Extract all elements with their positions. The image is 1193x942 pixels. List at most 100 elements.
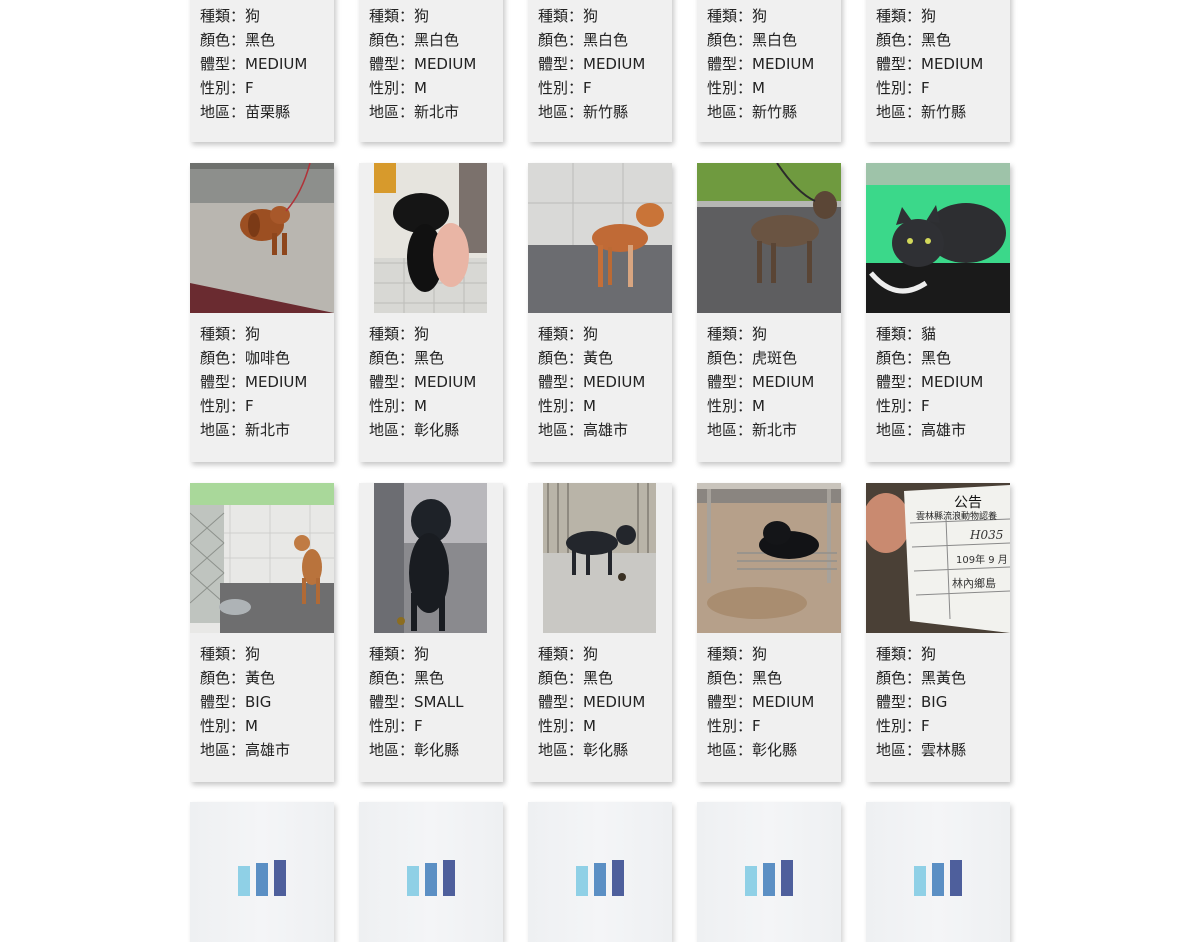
pet-info: 種類：狗 顏色：黑色 體型：MEDIUM 性別：M 地區：彰化縣 [369,322,476,442]
size-line: 體型：MEDIUM [538,55,646,73]
adoption-card-grid: 種類：狗 顏色：黑色 體型：MEDIUM 性別：F 地區：苗栗縣 種類：狗 顏色… [0,0,1193,942]
pet-card[interactable]: 種類：狗 顏色：黑色 體型：MEDIUM 性別：M 地區：彰化縣 [528,483,672,782]
region-line: 地區：新北市 [200,421,291,439]
pet-card[interactable]: 種類：狗 顏色：黑色 體型：SMALL 性別：F 地區：彰化縣 [359,483,503,782]
pet-photo: 公告 雲林縣流浪動物認養 H035 109年 9 月 林內鄉島 [866,483,1010,633]
region-line: 地區：新竹縣 [538,103,629,121]
sex-line: 性別：M [369,79,427,97]
size-line: 體型：BIG [200,693,272,711]
loading-card [866,802,1010,942]
species-line: 種類：狗 [707,645,768,663]
sex-line: 性別：F [538,79,592,97]
pet-info: 種類：狗 顏色：黑色 體型：MEDIUM 性別：F 地區：彰化縣 [707,642,814,762]
color-line: 顏色：黑白色 [369,31,460,49]
sex-line: 性別：M [369,397,427,415]
pet-card[interactable]: 種類：狗 顏色：咖啡色 體型：MEDIUM 性別：F 地區：新北市 [190,163,334,462]
size-line: 體型：SMALL [369,693,464,711]
pet-card[interactable]: 種類：狗 顏色：黃色 體型：BIG 性別：M 地區：高雄市 [190,483,334,782]
notice-date: 109年 9 月 [956,553,1008,566]
region-line: 地區：彰化縣 [707,741,798,759]
pet-info: 種類：狗 顏色：虎斑色 體型：MEDIUM 性別：M 地區：新北市 [707,322,814,442]
species-line: 種類：狗 [876,645,937,663]
region-line: 地區：高雄市 [200,741,291,759]
pet-card[interactable]: 種類：狗 顏色：虎斑色 體型：MEDIUM 性別：M 地區：新北市 [697,163,841,462]
pet-info: 種類：狗 顏色：黑色 體型：SMALL 性別：F 地區：彰化縣 [369,642,463,762]
pet-card[interactable]: 種類：狗 顏色：黑色 體型：MEDIUM 性別：F 地區：彰化縣 [697,483,841,782]
pet-info: 種類：狗 顏色：黑白色 體型：MEDIUM 性別：M 地區：新竹縣 [707,4,814,124]
species-line: 種類：狗 [200,325,261,343]
pet-card[interactable]: 種類：狗 顏色：黑色 體型：MEDIUM 性別：F 地區：苗栗縣 [190,0,334,142]
region-line: 地區：彰化縣 [369,741,460,759]
pet-card[interactable]: 公告 雲林縣流浪動物認養 H035 109年 9 月 林內鄉島 種類：狗 顏色：… [866,483,1010,782]
pet-info: 種類：狗 顏色：黑白色 體型：MEDIUM 性別：F 地區：新竹縣 [538,4,645,124]
species-line: 種類：狗 [538,325,599,343]
species-line: 種類：狗 [538,7,599,25]
size-line: 體型：MEDIUM [876,373,984,391]
size-line: 體型：MEDIUM [707,373,815,391]
notice-place: 林內鄉島 [952,576,996,590]
color-line: 顏色：咖啡色 [200,349,291,367]
sex-line: 性別：M [707,79,765,97]
pet-card[interactable]: 種類：貓 顏色：黑色 體型：MEDIUM 性別：F 地區：高雄市 [866,163,1010,462]
sex-line: 性別：F [200,397,254,415]
sex-line: 性別：F [876,79,930,97]
loading-bars-icon [914,860,962,896]
loading-card [697,802,841,942]
pet-info: 種類：狗 顏色：黑色 體型：MEDIUM 性別：F 地區：苗栗縣 [200,4,307,124]
region-line: 地區：彰化縣 [538,741,629,759]
size-line: 體型：BIG [876,693,948,711]
region-line: 地區：彰化縣 [369,421,460,439]
sex-line: 性別：M [538,397,596,415]
color-line: 顏色：黑色 [876,31,952,49]
pet-card[interactable]: 種類：狗 顏色：黑色 體型：MEDIUM 性別：M 地區：彰化縣 [359,163,503,462]
loading-card [190,802,334,942]
sex-line: 性別：F [200,79,254,97]
species-line: 種類：狗 [707,7,768,25]
pet-card[interactable]: 種類：狗 顏色：黑白色 體型：MEDIUM 性別：F 地區：新竹縣 [528,0,672,142]
pet-card[interactable]: 種類：狗 顏色：黃色 體型：MEDIUM 性別：M 地區：高雄市 [528,163,672,462]
color-line: 顏色：黑色 [369,349,445,367]
color-line: 顏色：黑色 [538,669,614,687]
pet-info: 種類：狗 顏色：黃色 體型：BIG 性別：M 地區：高雄市 [200,642,290,762]
size-line: 體型：MEDIUM [369,373,477,391]
size-line: 體型：MEDIUM [876,55,984,73]
size-line: 體型：MEDIUM [369,55,477,73]
species-line: 種類：狗 [876,7,937,25]
size-line: 體型：MEDIUM [707,693,815,711]
notice-id: H035 [969,528,1003,542]
color-line: 顏色：黑色 [369,669,445,687]
pet-photo [190,163,334,313]
sex-line: 性別：M [200,717,258,735]
pet-card[interactable]: 種類：狗 顏色：黑白色 體型：MEDIUM 性別：M 地區：新竹縣 [697,0,841,142]
pet-photo [190,483,334,633]
species-line: 種類：狗 [369,645,430,663]
color-line: 顏色：黃色 [200,669,276,687]
loading-bars-icon [576,860,624,896]
species-line: 種類：狗 [369,7,430,25]
color-line: 顏色：黃色 [538,349,614,367]
loading-card [359,802,503,942]
region-line: 地區：高雄市 [876,421,967,439]
pet-info: 種類：狗 顏色：黃色 體型：MEDIUM 性別：M 地區：高雄市 [538,322,645,442]
species-line: 種類：貓 [876,325,937,343]
loading-bars-icon [238,860,286,896]
color-line: 顏色：黑黃色 [876,669,967,687]
color-line: 顏色：黑色 [200,31,276,49]
pet-card[interactable]: 種類：狗 顏色：黑白色 體型：MEDIUM 性別：M 地區：新北市 [359,0,503,142]
sex-line: 性別：F [369,717,423,735]
pet-info: 種類：貓 顏色：黑色 體型：MEDIUM 性別：F 地區：高雄市 [876,322,983,442]
pet-info: 種類：狗 顏色：黑色 體型：MEDIUM 性別：M 地區：彰化縣 [538,642,645,762]
species-line: 種類：狗 [369,325,430,343]
loading-bars-icon [745,860,793,896]
pet-card[interactable]: 種類：狗 顏色：黑色 體型：MEDIUM 性別：F 地區：新竹縣 [866,0,1010,142]
pet-info: 種類：狗 顏色：黑黃色 體型：BIG 性別：F 地區：雲林縣 [876,642,966,762]
sex-line: 性別：F [707,717,761,735]
size-line: 體型：MEDIUM [538,373,646,391]
sex-line: 性別：M [538,717,596,735]
region-line: 地區：苗栗縣 [200,103,291,121]
species-line: 種類：狗 [707,325,768,343]
pet-info: 種類：狗 顏色：黑色 體型：MEDIUM 性別：F 地區：新竹縣 [876,4,983,124]
region-line: 地區：新北市 [707,421,798,439]
loading-card [528,802,672,942]
pet-info: 種類：狗 顏色：黑白色 體型：MEDIUM 性別：M 地區：新北市 [369,4,476,124]
